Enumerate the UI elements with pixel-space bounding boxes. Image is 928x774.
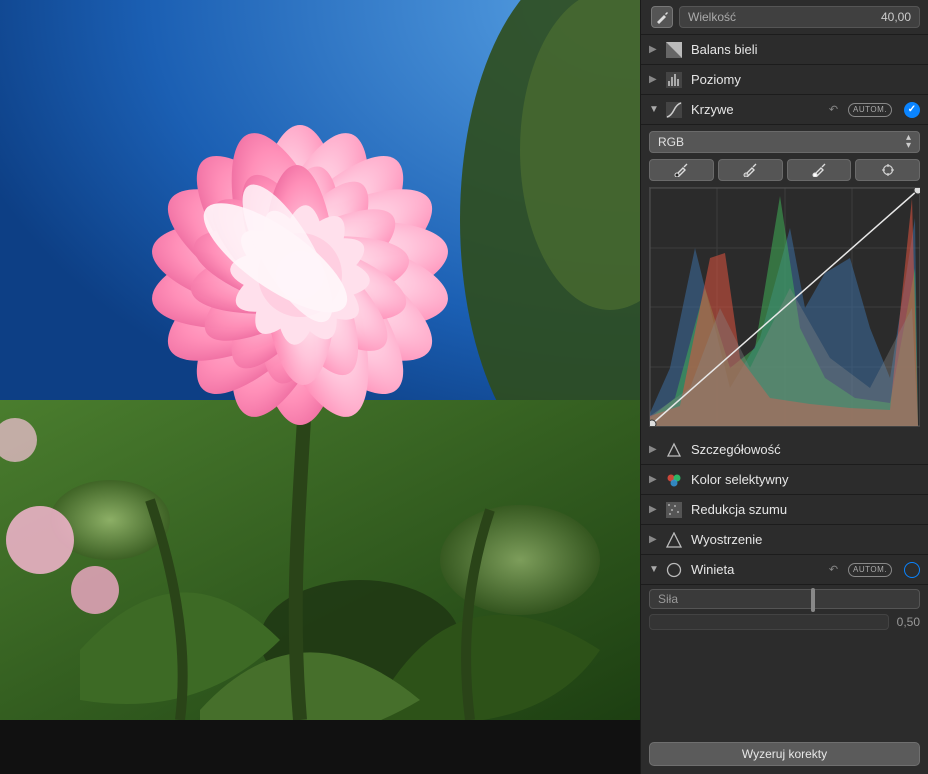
brush-size-slider[interactable]: Wielkość 40,00	[679, 6, 920, 28]
levels-icon	[665, 71, 683, 89]
section-label: Wyostrzenie	[689, 532, 920, 547]
image-canvas[interactable]	[0, 0, 640, 774]
brush-icon[interactable]	[651, 6, 673, 28]
vignette-toggle[interactable]	[904, 562, 920, 578]
chevron-right-icon: ▶	[649, 504, 659, 515]
vignette-radius-slider[interactable]	[649, 614, 889, 630]
brush-size-value: 40,00	[881, 10, 911, 24]
brush-size-row: Wielkość 40,00	[641, 0, 928, 35]
add-point-tool[interactable]	[855, 159, 920, 181]
sharpening-icon	[665, 531, 683, 549]
section-selective-color[interactable]: ▶ Kolor selektywny	[641, 465, 928, 495]
curves-channel-value: RGB	[658, 135, 684, 149]
undo-icon[interactable]: ↶	[829, 103, 838, 116]
section-label: Poziomy	[689, 72, 920, 87]
auto-button[interactable]: AUTOM.	[848, 103, 892, 117]
white-point-picker[interactable]	[787, 159, 852, 181]
reset-button-label: Wyzeruj korekty	[742, 747, 827, 761]
brush-size-label: Wielkość	[688, 10, 873, 24]
chevron-right-icon: ▶	[649, 74, 659, 85]
vignette-strength-slider[interactable]: Siła	[649, 589, 920, 609]
section-label: Winieta	[689, 562, 823, 577]
section-vignette[interactable]: ▼ Winieta ↶ AUTOM.	[641, 555, 928, 585]
reset-adjustments-button[interactable]: Wyzeruj korekty	[649, 742, 920, 766]
vignette-icon	[665, 561, 683, 579]
chevron-down-icon: ▼	[649, 104, 659, 115]
chevron-right-icon: ▶	[649, 44, 659, 55]
section-noise-reduction[interactable]: ▶ Redukcja szumu	[641, 495, 928, 525]
section-sharpening[interactable]: ▶ Wyostrzenie	[641, 525, 928, 555]
select-stepper-icon: ▴▾	[906, 134, 911, 150]
vignette-strength-row: Siła	[641, 585, 928, 613]
selective-color-icon	[665, 471, 683, 489]
auto-button[interactable]: AUTOM.	[848, 563, 892, 577]
chevron-down-icon: ▼	[649, 564, 659, 575]
undo-icon[interactable]: ↶	[829, 563, 838, 576]
section-label: Balans bieli	[689, 42, 920, 57]
edited-photo	[0, 0, 640, 720]
black-point-picker[interactable]	[649, 159, 714, 181]
vignette-strength-label: Siła	[658, 592, 678, 606]
curves-icon	[665, 101, 683, 119]
section-label: Kolor selektywny	[689, 472, 920, 487]
section-label: Szczegółowość	[689, 442, 920, 457]
white-balance-icon	[665, 41, 683, 59]
curves-histogram[interactable]	[649, 187, 920, 427]
section-detail[interactable]: ▶ Szczegółowość	[641, 435, 928, 465]
section-levels[interactable]: ▶ Poziomy	[641, 65, 928, 95]
curves-channel-select[interactable]: RGB ▴▾	[649, 131, 920, 153]
detail-icon	[665, 441, 683, 459]
noise-reduction-icon	[665, 501, 683, 519]
chevron-right-icon: ▶	[649, 444, 659, 455]
vignette-radius-value: 0,50	[897, 615, 920, 629]
curves-tool-strip	[641, 159, 928, 187]
section-label: Redukcja szumu	[689, 502, 920, 517]
slider-thumb[interactable]	[811, 588, 815, 612]
section-label: Krzywe	[689, 102, 823, 117]
vignette-radius-row: 0,50	[641, 613, 928, 631]
section-curves[interactable]: ▼ Krzywe ↶ AUTOM.	[641, 95, 928, 125]
chevron-right-icon: ▶	[649, 534, 659, 545]
adjustments-panel: Wielkość 40,00 ▶ Balans bieli ▶ Poziomy …	[640, 0, 928, 774]
chevron-right-icon: ▶	[649, 474, 659, 485]
gray-point-picker[interactable]	[718, 159, 783, 181]
curves-toggle[interactable]	[904, 102, 920, 118]
section-white-balance[interactable]: ▶ Balans bieli	[641, 35, 928, 65]
